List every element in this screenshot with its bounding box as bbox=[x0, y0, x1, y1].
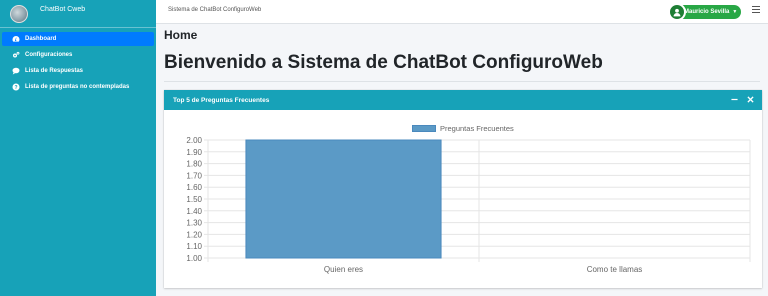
brand-logo bbox=[10, 4, 28, 23]
card-title: Top 5 de Preguntas Frecuentes bbox=[173, 96, 270, 104]
comment-icon bbox=[11, 67, 21, 75]
brand[interactable]: ChatBot Cweb bbox=[0, 0, 156, 28]
minus-icon[interactable] bbox=[730, 95, 738, 103]
user-avatar-icon bbox=[668, 3, 686, 21]
y-tick-label: 1.60 bbox=[186, 183, 202, 192]
sidebar-item-label: Lista de Respuestas bbox=[25, 68, 84, 74]
bar bbox=[245, 139, 442, 259]
chart-area: Preguntas Frecuentes 2.00 1.90 1.80 1.70 1.6… bbox=[164, 110, 762, 288]
breadcrumb[interactable]: Home bbox=[164, 28, 197, 42]
y-tick-label: 1.10 bbox=[186, 242, 202, 251]
brand-text: ChatBot Cweb bbox=[40, 6, 86, 13]
sidebar-item-dashboard[interactable]: Dashboard bbox=[2, 32, 154, 46]
y-tick-label: 1.70 bbox=[186, 171, 202, 180]
card-tools bbox=[730, 95, 754, 103]
y-tick-label: 1.50 bbox=[186, 195, 202, 204]
topbar: Sistema de ChatBot ConfiguroWeb Mauricio… bbox=[156, 0, 768, 24]
sidebar-nav: Dashboard Configuraciones Lista de Respu… bbox=[0, 32, 156, 94]
gears-icon bbox=[11, 51, 21, 59]
close-icon[interactable] bbox=[746, 95, 754, 103]
user-name: Mauricio Sevilla bbox=[684, 9, 730, 15]
card-header: Top 5 de Preguntas Frecuentes bbox=[164, 90, 762, 110]
user-menu-button[interactable]: Mauricio Sevilla ▼ bbox=[668, 3, 742, 21]
y-tick-label: 1.40 bbox=[186, 207, 202, 216]
sidebar-item-label: Lista de preguntas no contempladas bbox=[25, 84, 130, 90]
y-tick-label: 1.30 bbox=[186, 219, 202, 228]
page-title: Bienvenido a Sistema de ChatBot Configur… bbox=[164, 52, 603, 73]
sidebar-item-preguntas-no-contempladas[interactable]: ? Lista de preguntas no contempladas bbox=[0, 80, 156, 94]
hamburger-icon[interactable] bbox=[752, 6, 760, 14]
caret-down-icon: ▼ bbox=[732, 9, 738, 15]
x-tick-label: Como te llamas bbox=[587, 265, 643, 274]
bar-chart: 2.00 1.90 1.80 1.70 1.60 1.50 1.40 1.30 1.20 1.10… bbox=[186, 136, 751, 274]
topbar-title: Sistema de ChatBot ConfiguroWeb bbox=[168, 7, 262, 13]
dashboard-icon bbox=[11, 35, 21, 43]
x-tick-label: Quien eres bbox=[324, 265, 363, 274]
y-tick-label: 1.00 bbox=[186, 254, 202, 263]
y-tick-label: 2.00 bbox=[186, 136, 202, 145]
y-tick-label: 1.90 bbox=[186, 148, 202, 157]
sidebar-item-label: Configuraciones bbox=[25, 52, 73, 58]
y-tick-label: 1.20 bbox=[186, 230, 202, 239]
sidebar: ChatBot Cweb Dashboard Configuraciones L… bbox=[0, 0, 156, 296]
faq-card: Top 5 de Preguntas Frecuentes Preguntas … bbox=[164, 90, 762, 288]
divider bbox=[164, 81, 760, 82]
sidebar-item-label: Dashboard bbox=[25, 36, 57, 42]
question-circle-icon: ? bbox=[11, 83, 21, 91]
main-content: Home Bienvenido a Sistema de ChatBot Con… bbox=[156, 24, 768, 296]
sidebar-item-configuraciones[interactable]: Configuraciones bbox=[0, 48, 156, 62]
sidebar-item-lista-de-respuestas[interactable]: Lista de Respuestas bbox=[0, 64, 156, 78]
svg-text:?: ? bbox=[14, 85, 17, 91]
y-tick-label: 1.80 bbox=[186, 160, 202, 169]
